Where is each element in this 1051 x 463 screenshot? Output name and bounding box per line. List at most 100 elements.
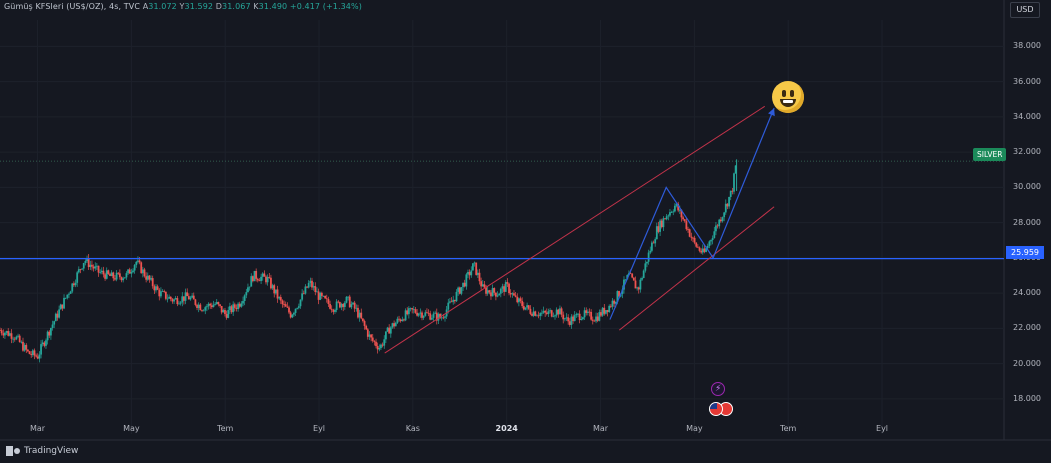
candle-body [472, 263, 474, 271]
candle-body [664, 218, 666, 220]
candle-body [7, 331, 10, 336]
candle-body [609, 305, 612, 307]
candle-body [496, 295, 499, 297]
candle-body [427, 312, 430, 314]
candle-body [233, 304, 236, 308]
candle-body [419, 312, 422, 314]
candle-body [110, 272, 113, 277]
candle-body [383, 339, 386, 346]
candle-body [281, 300, 284, 305]
candle-body [274, 289, 277, 294]
candle-body [293, 312, 295, 315]
candle-body [440, 317, 443, 319]
candle-body [140, 262, 143, 274]
candle-body [304, 286, 307, 294]
candle-body [217, 302, 220, 305]
candle-body [603, 307, 606, 314]
candle-body [340, 303, 343, 308]
candle-body [716, 225, 719, 227]
candle-body [301, 293, 304, 300]
low-value: 31.067 [222, 2, 251, 11]
price-tick-label: 24.000 [1013, 288, 1041, 298]
candle-body [660, 220, 663, 228]
candle-body [355, 307, 358, 309]
candle-body [478, 272, 481, 282]
candle-body [407, 308, 410, 315]
candle-body [417, 313, 420, 316]
candle-body [192, 295, 195, 300]
candle-body [391, 323, 394, 328]
candle-body [36, 356, 39, 359]
candle-body [537, 315, 540, 317]
economic-event-flag-icon[interactable] [709, 402, 739, 416]
price-tick-label: 38.000 [1013, 41, 1041, 51]
candle-body [662, 218, 665, 228]
candle-body [634, 280, 637, 289]
candle-body [731, 190, 734, 192]
candle-body [585, 310, 588, 313]
channel-lower-line[interactable] [618, 206, 775, 331]
candle-body [539, 313, 542, 316]
candle-body [71, 283, 74, 292]
candle-body [483, 284, 486, 288]
candle-body [532, 311, 535, 316]
candle-body [137, 260, 139, 262]
candle-body [389, 327, 392, 334]
candle-body [109, 273, 111, 277]
candle-body [145, 276, 148, 280]
candle-body [521, 300, 524, 307]
candle-body [460, 287, 463, 294]
candle-body [309, 280, 312, 283]
candle-body [719, 219, 722, 222]
candle-body [135, 261, 138, 266]
candle-body [490, 292, 492, 297]
candle-body [256, 278, 259, 281]
candle-body [513, 293, 515, 296]
candle-body [384, 331, 387, 340]
currency-button[interactable]: USD [1010, 2, 1040, 18]
time-tick-label: Tem [780, 424, 797, 433]
candle-body [209, 303, 212, 306]
candle-body [247, 287, 249, 293]
candle-body [563, 318, 566, 320]
candle-body [398, 318, 400, 320]
candle-body [227, 310, 230, 318]
candle-body [187, 296, 190, 300]
candle-body [122, 278, 125, 281]
projection-arrow-path[interactable] [609, 107, 775, 320]
candle-body [17, 335, 19, 337]
smiley-emoji-icon [772, 81, 804, 113]
candle-body [698, 247, 701, 251]
candle-body [82, 263, 85, 269]
candle-body [495, 292, 497, 297]
candle-body [642, 270, 645, 278]
candle-body [87, 257, 90, 268]
candle-body [480, 281, 483, 287]
candle-body [442, 317, 445, 319]
candle-body [370, 334, 373, 338]
candle-body [430, 317, 433, 320]
candle-body [128, 269, 131, 274]
price-chart[interactable] [0, 0, 1051, 463]
time-tick-label: 2024 [495, 424, 518, 433]
candle-body [601, 307, 604, 316]
candle-body [534, 311, 537, 316]
candle-body [583, 310, 586, 318]
candle-body [672, 211, 675, 213]
candle-body [322, 295, 325, 297]
candle-body [401, 319, 404, 322]
candle-body [291, 314, 294, 318]
candle-body [178, 303, 180, 305]
lightning-icon: ⚡ [715, 384, 722, 394]
tradingview-logo[interactable]: TradingView [6, 446, 78, 456]
candle-body [212, 304, 215, 308]
candle-body [352, 302, 354, 305]
dividend-event-icon[interactable]: ⚡ [711, 382, 725, 396]
candle-body [639, 279, 642, 290]
candle-body [455, 291, 458, 302]
candle-body [345, 296, 348, 303]
candle-body [396, 318, 399, 323]
candle-body [357, 307, 359, 318]
candle-body [314, 286, 317, 293]
candle-body [222, 309, 225, 313]
